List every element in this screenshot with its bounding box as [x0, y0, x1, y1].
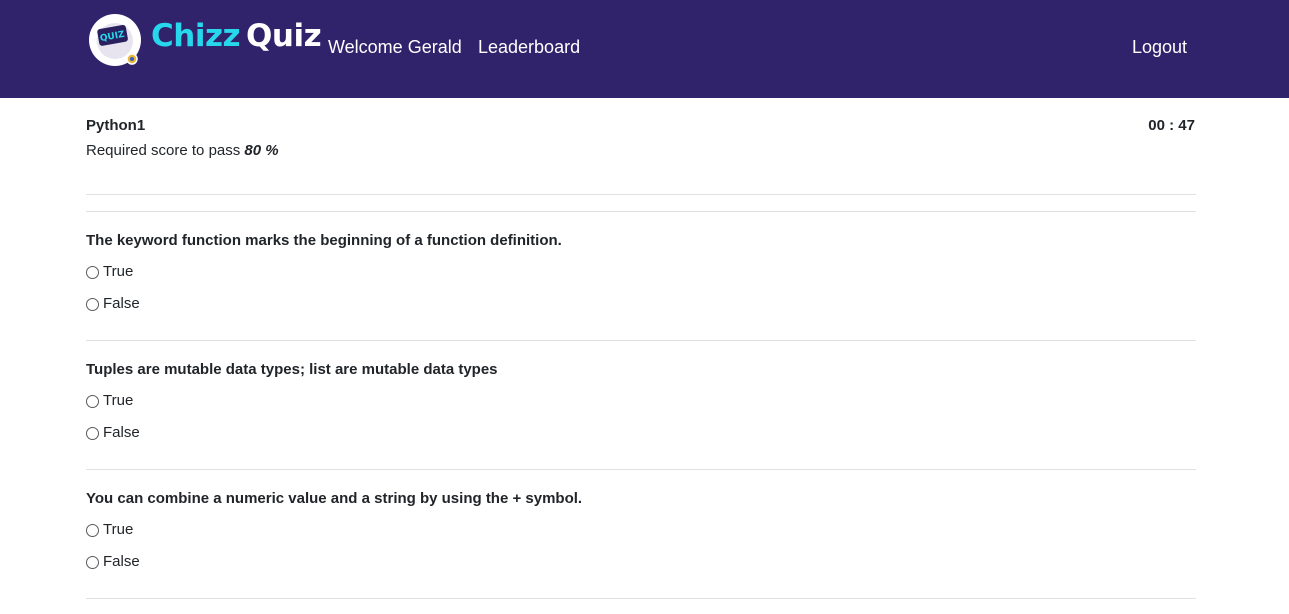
radio-button[interactable]: [86, 394, 99, 408]
answer-option-true[interactable]: True: [86, 262, 133, 282]
divider: [86, 211, 1196, 212]
quiz-timer: 00 : 47: [1148, 117, 1195, 134]
pass-requirement: Required score to pass 80 %: [86, 141, 279, 161]
question-text: You can combine a numeric value and a st…: [86, 490, 583, 507]
divider: [86, 340, 1196, 341]
divider: [86, 469, 1196, 470]
radio-button[interactable]: [86, 297, 99, 311]
brand-part-1: Chizz: [151, 18, 241, 54]
question-text: The keyword function marks the beginning…: [86, 232, 562, 249]
answer-option-true[interactable]: True: [86, 520, 133, 540]
radio-button[interactable]: [86, 265, 99, 279]
radio-button[interactable]: [86, 523, 99, 537]
logout-link[interactable]: Logout: [1132, 36, 1187, 58]
answer-option-true[interactable]: True: [86, 391, 133, 411]
brand-part-2: Quiz: [246, 18, 322, 54]
answer-option-false[interactable]: False: [86, 294, 140, 314]
question-text: Tuples are mutable data types; list are …: [86, 361, 498, 378]
radio-button[interactable]: [86, 555, 99, 569]
radio-button[interactable]: [86, 426, 99, 440]
option-label: False: [103, 424, 140, 441]
navbar: QUIZ Chizz Quiz Welcome Gerald Leaderboar…: [0, 0, 1289, 98]
pass-value: 80 %: [244, 142, 279, 159]
option-label: False: [103, 295, 140, 312]
divider: [86, 194, 1196, 195]
answer-option-false[interactable]: False: [86, 552, 140, 572]
quiz-name: Python1: [86, 117, 146, 134]
pass-label: Required score to pass: [86, 142, 241, 159]
option-label: True: [103, 263, 134, 280]
option-label: True: [103, 392, 134, 409]
nav-leaderboard[interactable]: Leaderboard: [478, 36, 580, 58]
quiz-logo-icon[interactable]: QUIZ: [88, 13, 142, 67]
option-label: True: [103, 521, 134, 538]
option-label: False: [103, 553, 140, 570]
divider: [86, 598, 1196, 599]
nav-welcome[interactable]: Welcome Gerald: [328, 36, 462, 58]
brand-title[interactable]: Chizz Quiz: [151, 16, 322, 56]
answer-option-false[interactable]: False: [86, 423, 140, 443]
